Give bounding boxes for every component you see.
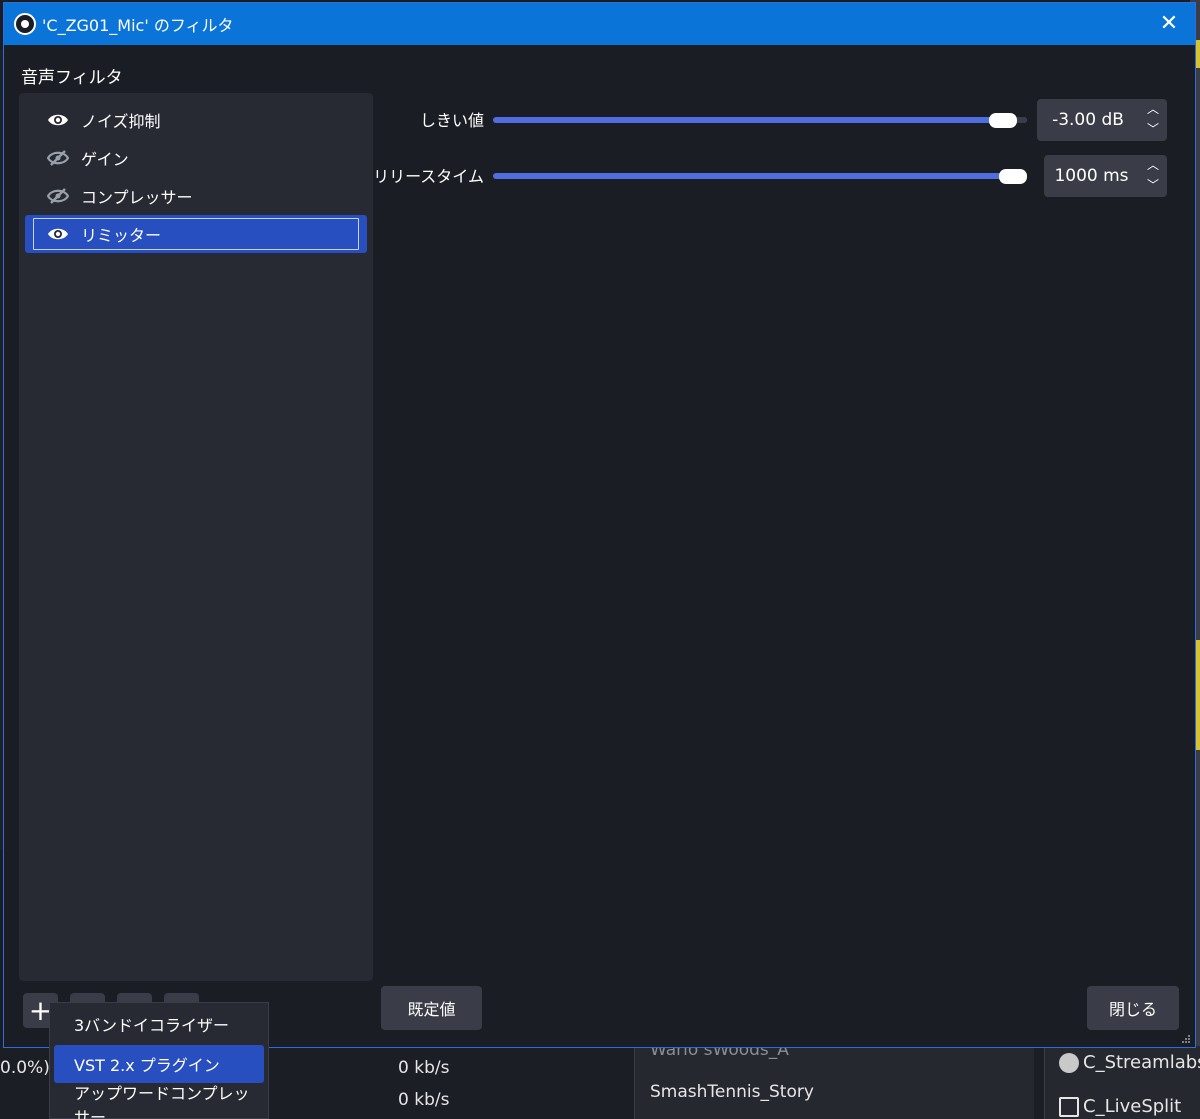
obs-logo-icon (14, 13, 36, 35)
audio-filters-label: 音声フィルタ (21, 68, 123, 88)
filter-item[interactable]: ゲイン (25, 139, 367, 177)
background-scene-2[interactable]: SmashTennis_Story (650, 1082, 814, 1102)
filter-item[interactable]: リミッター (25, 215, 367, 253)
globe-icon (1059, 1052, 1079, 1073)
close-icon[interactable]: ✕ (1157, 12, 1181, 36)
filter-item-label: リミッター (81, 226, 162, 245)
resize-grip-icon[interactable] (1181, 1034, 1191, 1044)
background-source-2[interactable]: C_LiveSplit (1059, 1096, 1181, 1117)
filter-item[interactable]: ノイズ抑制 (25, 101, 367, 139)
eye-icon[interactable] (47, 113, 69, 127)
filter-item-label: コンプレッサー (81, 188, 193, 207)
background-rate-1: 0 kb/s (398, 1058, 450, 1078)
eye-icon[interactable] (47, 227, 69, 241)
background-source-1[interactable]: C_Streamlabs_ (1059, 1052, 1200, 1073)
threshold-slider[interactable] (493, 117, 1027, 123)
release-spinbox[interactable]: 1000 ms ︿ ﹀ (1044, 155, 1167, 197)
add-menu-item[interactable]: VST 2.x プラグイン (54, 1045, 264, 1083)
chevron-down-icon[interactable]: ﹀ (1147, 121, 1159, 139)
chevron-up-icon[interactable]: ︿ (1147, 101, 1159, 119)
background-rate-2: 0 kb/s (398, 1090, 450, 1110)
eye-slash-icon[interactable] (47, 150, 69, 166)
add-menu-item[interactable]: 3バンドイコライザー (54, 1005, 264, 1043)
filter-list: ノイズ抑制ゲインコンプレッサー リミッター (19, 93, 373, 981)
release-slider[interactable] (493, 173, 1027, 179)
release-slider-handle[interactable] (999, 169, 1027, 184)
background-scenes-panel: WarioʼsWoods_A SmashTennis_Story (634, 1040, 1034, 1119)
release-value: 1000 ms (1054, 166, 1129, 186)
close-button[interactable]: 閉じる (1087, 986, 1179, 1030)
dialog-title: 'C_ZG01_Mic' のフィルタ (42, 16, 234, 35)
threshold-spinbox[interactable]: -3.00 dB ︿ ﹀ (1037, 99, 1167, 141)
filter-item-label: ノイズ抑制 (81, 112, 161, 131)
chevron-down-icon[interactable]: ﹀ (1147, 177, 1159, 195)
chevron-up-icon[interactable]: ︿ (1147, 157, 1159, 175)
filters-dialog: 'C_ZG01_Mic' のフィルタ ✕ 音声フィルタ ノイズ抑制ゲインコンプレ… (3, 2, 1196, 1048)
eye-slash-icon[interactable] (47, 188, 69, 204)
window-icon (1059, 1096, 1079, 1117)
add-menu-item[interactable]: アップワードコンプレッサー (54, 1084, 264, 1119)
dialog-titlebar[interactable]: 'C_ZG01_Mic' のフィルタ ✕ (4, 3, 1195, 45)
background-sources-panel: C_Streamlabs_ C_LiveSplit (1044, 1046, 1200, 1119)
threshold-slider-handle[interactable] (988, 113, 1017, 128)
filter-item-label: ゲイン (81, 150, 129, 169)
add-filter-menu: 3バンドイコライザー VST 2.x プラグイン アップワードコンプレッサー (49, 1002, 269, 1119)
filter-item[interactable]: コンプレッサー (25, 177, 367, 215)
defaults-button[interactable]: 既定値 (381, 986, 482, 1030)
threshold-value: -3.00 dB (1052, 110, 1124, 130)
background-percent: 0.0%) (0, 1058, 50, 1078)
threshold-label: しきい値 (419, 111, 484, 130)
release-label: リリースタイム (373, 167, 484, 186)
